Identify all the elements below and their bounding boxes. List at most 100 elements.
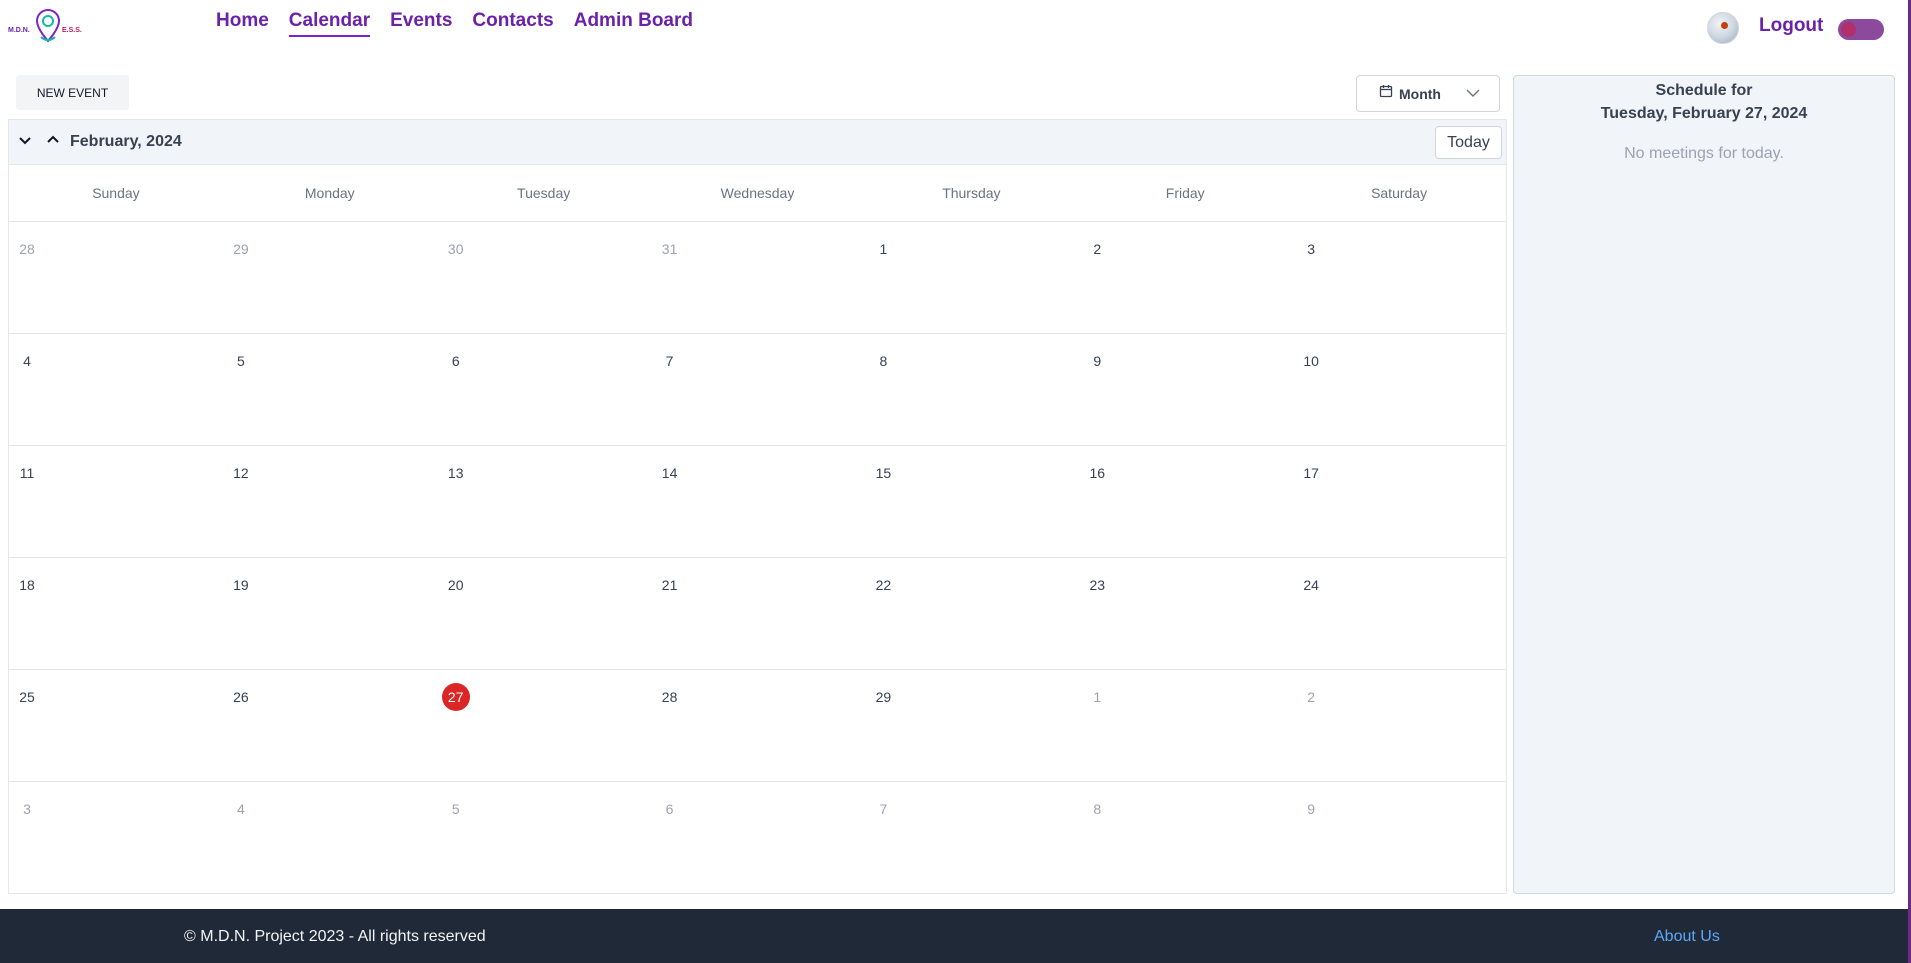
chevron-up-icon[interactable] <box>45 132 61 153</box>
calendar-day-cell[interactable]: 3 <box>1292 222 1506 333</box>
day-number: 8 <box>879 353 888 369</box>
calendar-day-cell[interactable]: 9 <box>1292 782 1506 894</box>
calendar-day-cell[interactable]: 28 <box>651 670 865 781</box>
calendar-day-cell[interactable]: 21 <box>651 558 865 669</box>
schedule-empty-message: No meetings for today. <box>1624 145 1784 162</box>
calendar-day-cell[interactable]: 17 <box>1292 446 1506 557</box>
calendar-day-cell[interactable]: 29 <box>223 222 437 333</box>
svg-text:M.D.N.: M.D.N. <box>8 27 30 34</box>
calendar-day-cell[interactable]: 2 <box>1292 670 1506 781</box>
calendar-day-cell[interactable]: 19 <box>223 558 437 669</box>
site-logo[interactable]: M.D.N. E.S.S. <box>6 4 86 48</box>
weekday-label: Friday <box>1165 185 1205 201</box>
day-number: 7 <box>665 353 674 369</box>
avatar[interactable] <box>1707 12 1739 44</box>
day-number: 18 <box>19 577 35 593</box>
calendar-day-cell[interactable]: 7 <box>651 334 865 445</box>
day-number: 28 <box>19 241 35 257</box>
calendar-day-cell[interactable]: 23 <box>1078 558 1292 669</box>
calendar-day-cell[interactable]: 22 <box>864 558 1078 669</box>
month-calendar: February, 2024 Today Sunday Monday Tuesd… <box>8 119 1507 894</box>
calendar-day-cell[interactable]: 26 <box>223 670 437 781</box>
calendar-day-cell[interactable]: 30 <box>437 222 651 333</box>
day-number: 15 <box>875 465 892 481</box>
day-number: 19 <box>233 577 249 593</box>
nav-calendar[interactable]: Calendar <box>288 10 371 37</box>
day-number: 11 <box>19 465 35 481</box>
calendar-day-cell[interactable]: 4 <box>223 782 437 894</box>
calendar-week-row: 3 4 5 6 7 8 9 <box>9 782 1506 894</box>
calendar-day-cell[interactable]: 8 <box>1078 782 1292 894</box>
calendar-day-cell[interactable]: 18 <box>9 558 223 669</box>
calendar-day-cell[interactable]: 8 <box>864 334 1078 445</box>
nav-events[interactable]: Events <box>390 10 452 37</box>
theme-toggle[interactable] <box>1838 19 1884 40</box>
calendar-day-cell[interactable]: 5 <box>223 334 437 445</box>
calendar-day-cell[interactable]: 24 <box>1292 558 1506 669</box>
calendar-day-cell[interactable]: 15 <box>864 446 1078 557</box>
view-select-dropdown[interactable]: Month <box>1356 75 1500 112</box>
calendar-day-cell[interactable]: 31 <box>651 222 865 333</box>
weekday-header-row: Sunday Monday Tuesday Wednesday Thursday… <box>9 165 1506 222</box>
calendar-day-cell[interactable]: 1 <box>1078 670 1292 781</box>
day-number: 1 <box>1093 689 1102 705</box>
page-footer: © M.D.N. Project 2023 - All rights reser… <box>0 909 1908 963</box>
day-number: 29 <box>875 689 892 705</box>
calendar-day-cell[interactable]: 28 <box>9 222 223 333</box>
calendar-day-today[interactable]: 27 <box>437 670 651 781</box>
calendar-day-cell[interactable]: 6 <box>651 782 865 894</box>
weekday-label: Wednesday <box>720 185 795 201</box>
calendar-day-cell[interactable]: 3 <box>9 782 223 894</box>
calendar-day-cell[interactable]: 7 <box>864 782 1078 894</box>
calendar-day-cell[interactable]: 20 <box>437 558 651 669</box>
calendar-icon <box>1379 84 1393 103</box>
calendar-grid: 28 29 30 31 1 2 3 4 5 6 7 8 9 10 11 12 13 14 15 16 17 18 19 20 2… <box>9 222 1506 894</box>
calendar-day-cell[interactable]: 6 <box>437 334 651 445</box>
logout-link[interactable]: Logout <box>1759 15 1823 37</box>
day-number: 1 <box>879 241 888 257</box>
calendar-day-cell[interactable]: 13 <box>437 446 651 557</box>
day-number: 9 <box>1093 353 1102 369</box>
about-us-link[interactable]: About Us <box>1654 928 1720 946</box>
new-event-button[interactable]: NEW EVENT <box>16 75 129 110</box>
day-number: 5 <box>236 353 245 369</box>
day-number: 4 <box>23 353 31 369</box>
calendar-day-cell[interactable]: 12 <box>223 446 437 557</box>
nav-admin-board[interactable]: Admin Board <box>574 10 693 37</box>
calendar-week-row: 28 29 30 31 1 2 3 <box>9 222 1506 334</box>
calendar-day-cell[interactable]: 1 <box>864 222 1078 333</box>
schedule-panel: Schedule for Tuesday, February 27, 2024 … <box>1513 75 1895 894</box>
nav-contacts[interactable]: Contacts <box>472 10 553 37</box>
calendar-week-row: 18 19 20 21 22 23 24 <box>9 558 1506 670</box>
calendar-day-cell[interactable]: 2 <box>1078 222 1292 333</box>
day-number: 10 <box>1303 353 1319 369</box>
day-number: 26 <box>233 689 249 705</box>
day-number: 17 <box>1303 465 1319 481</box>
day-number: 22 <box>875 577 892 593</box>
calendar-day-cell[interactable]: 5 <box>437 782 651 894</box>
day-number: 24 <box>1303 577 1319 593</box>
nav-home[interactable]: Home <box>216 10 269 37</box>
calendar-week-row: 11 12 13 14 15 16 17 <box>9 446 1506 558</box>
calendar-day-cell[interactable]: 16 <box>1078 446 1292 557</box>
calendar-day-cell[interactable]: 14 <box>651 446 865 557</box>
day-number: 6 <box>665 801 674 817</box>
calendar-day-cell[interactable]: 29 <box>864 670 1078 781</box>
calendar-day-cell[interactable]: 9 <box>1078 334 1292 445</box>
calendar-day-cell[interactable]: 10 <box>1292 334 1506 445</box>
calendar-day-cell[interactable]: 4 <box>9 334 223 445</box>
calendar-day-cell[interactable]: 25 <box>9 670 223 781</box>
day-number: 27 <box>441 683 470 711</box>
day-number: 21 <box>661 577 678 593</box>
chevron-down-icon[interactable] <box>17 132 33 153</box>
main-nav: Home Calendar Events Contacts Admin Boar… <box>216 10 693 37</box>
avatar-dot-icon <box>1721 22 1728 29</box>
day-number: 2 <box>1093 241 1102 257</box>
view-select-label: Month <box>1399 85 1441 102</box>
day-number: 31 <box>661 241 678 257</box>
chevron-down-icon <box>1465 85 1481 106</box>
today-button[interactable]: Today <box>1435 126 1502 159</box>
day-number: 29 <box>233 241 249 257</box>
calendar-day-cell[interactable]: 11 <box>9 446 223 557</box>
day-number: 7 <box>879 801 888 817</box>
